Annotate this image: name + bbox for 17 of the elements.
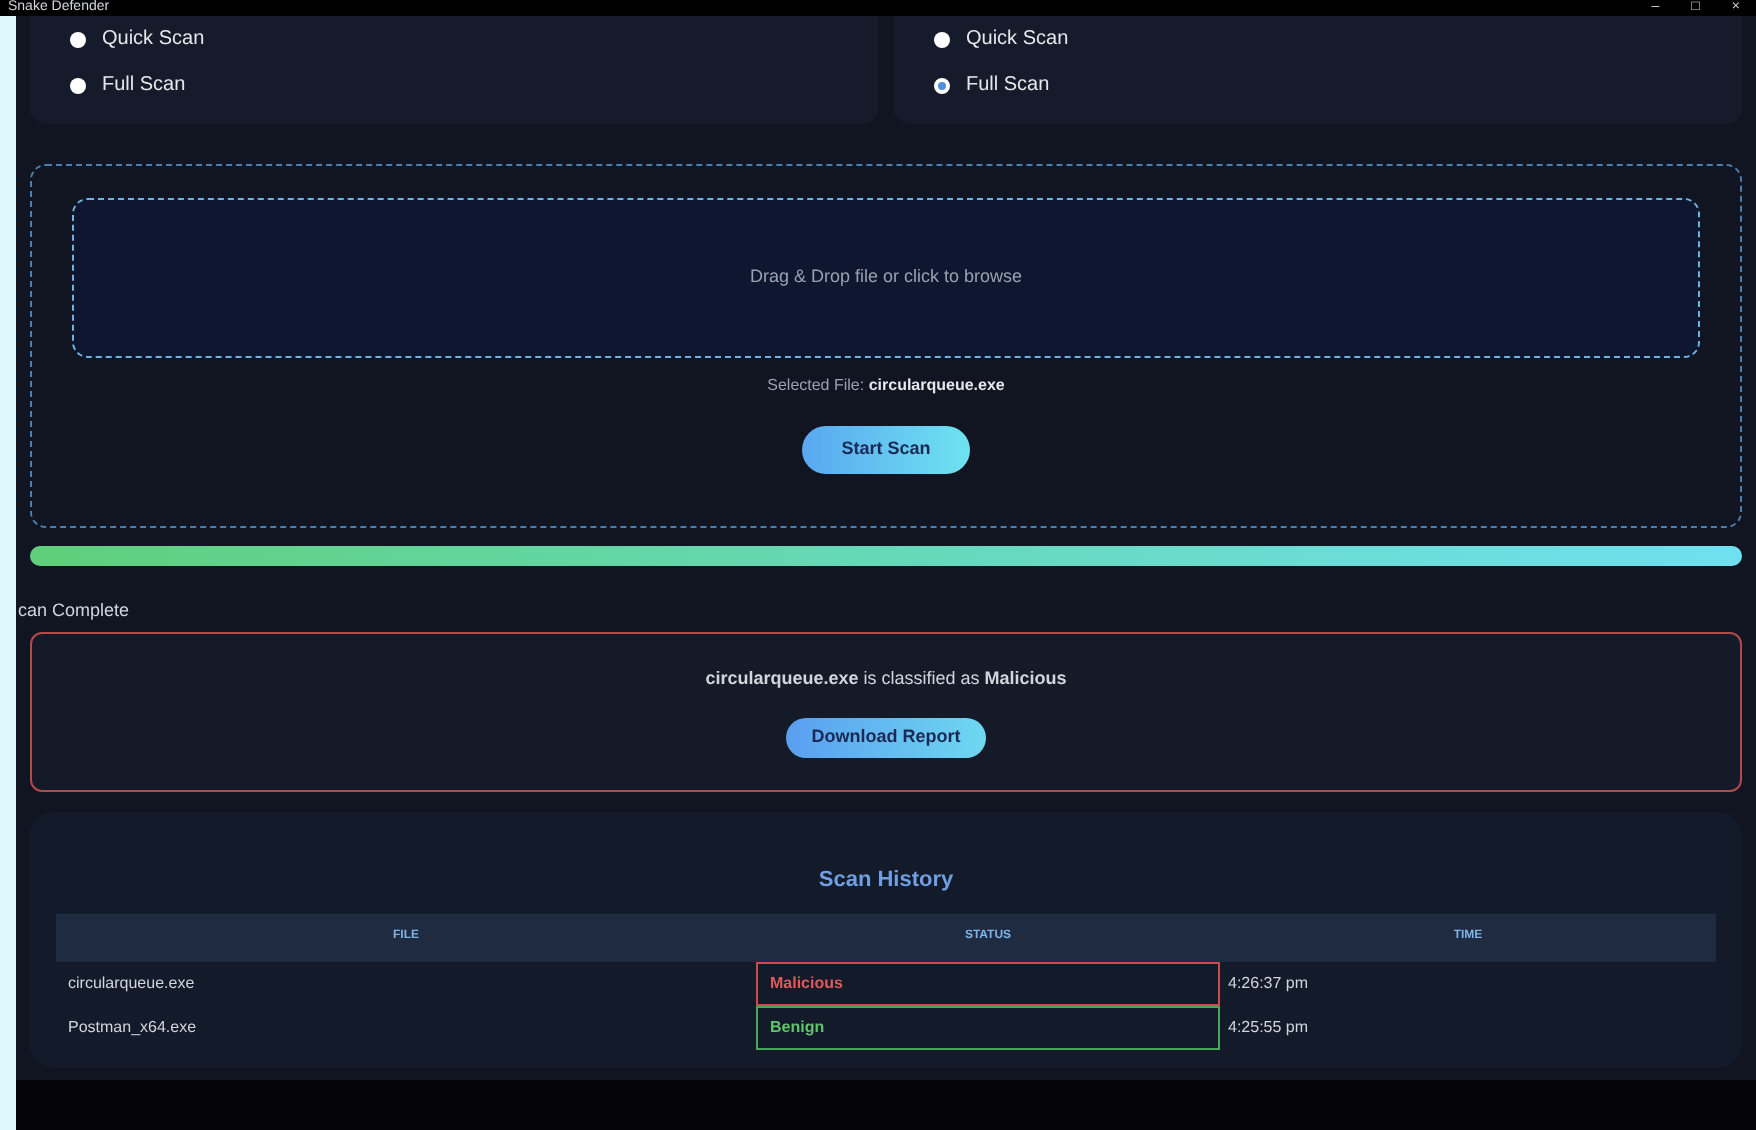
table-cell-text: 4:26:37 pm [1226,971,1311,996]
scan-status-text: can Complete [18,598,130,624]
table-cell-text: 4:25:55 pm [1226,1015,1311,1040]
status-cell: Malicious [756,961,1220,1005]
scan-mode-radio[interactable]: Full Scan [934,70,1702,100]
scan-mode-radio[interactable]: Quick Scan [70,24,838,54]
scan-mode-radio[interactable]: Quick Scan [934,24,1702,54]
result-text: circularqueue.exe is classified as Malicious [705,666,1067,693]
table-cell-text: circularqueue.exe [66,971,197,996]
table-cell-text: Postman_x64.exe [66,1015,199,1040]
start-scan-button[interactable]: Start Scan [802,426,970,474]
drop-zone[interactable]: Drag & Drop file or click to browse [72,198,1700,358]
selected-file-text: Selected File: circularqueue.exe [767,374,1005,398]
status-cell: Benign [756,1005,1220,1049]
download-report-button[interactable]: Download Report [786,717,986,758]
history-title: Scan History [818,866,954,896]
scan-mode-radio[interactable]: Full Scan [70,70,838,100]
